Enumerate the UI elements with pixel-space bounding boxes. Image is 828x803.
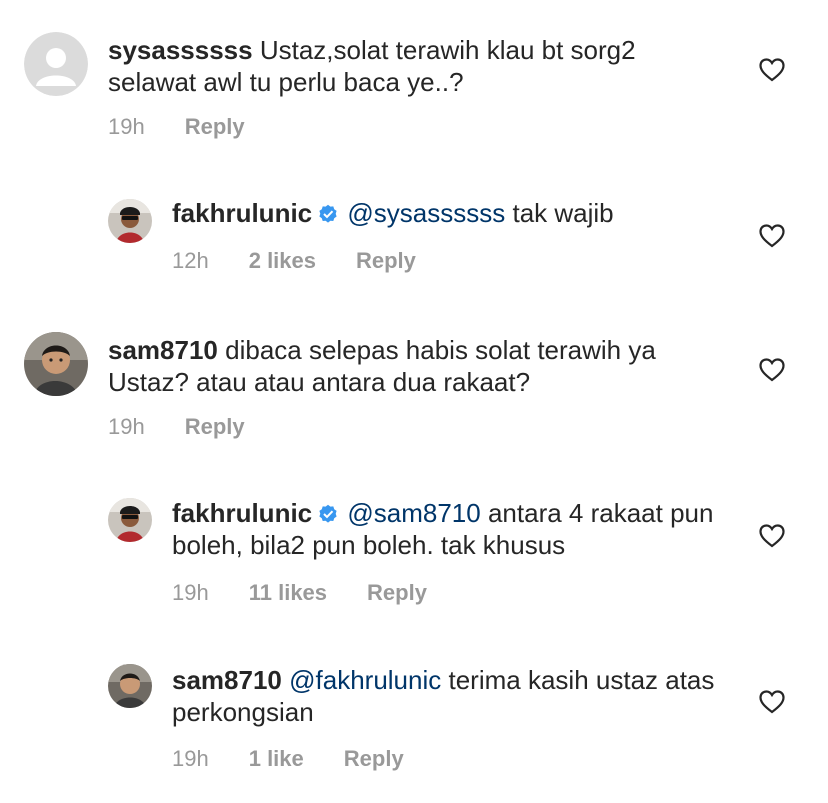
reply-button[interactable]: Reply (356, 248, 416, 273)
comment-time: 19h (108, 114, 145, 139)
comment-username[interactable]: sam8710 (172, 665, 282, 695)
comment-text: sam8710 @fakhrulunic terima kasih ustaz … (172, 664, 732, 728)
profile-photo-icon (108, 199, 152, 243)
profile-photo-icon (108, 664, 152, 708)
comment-text: fakhrulunic @sysassssss tak wajib (172, 197, 752, 229)
comment-text: fakhrulunic @sam8710 antara 4 rakaat pun… (172, 497, 732, 561)
avatar-fakhrulunic[interactable] (108, 199, 152, 243)
comment-mention[interactable]: @sysassssss (347, 198, 505, 228)
comment-time: 19h (172, 580, 209, 605)
likes-count[interactable]: 11 likes (249, 580, 327, 605)
comment-username[interactable]: sam8710 (108, 335, 218, 365)
reply-button[interactable]: Reply (185, 114, 245, 139)
comment-mention[interactable]: @fakhrulunic (289, 665, 441, 695)
verified-badge-icon (319, 504, 337, 523)
comment-body: tak wajib (512, 198, 614, 228)
avatar-sam8710[interactable] (108, 664, 152, 708)
avatar-default[interactable] (24, 32, 88, 96)
comment-mention[interactable]: @sam8710 (347, 498, 480, 528)
comment-meta: 19h Reply (108, 414, 285, 440)
comment-meta: 19h Reply (108, 114, 285, 140)
comment-text: sam8710 dibaca selepas habis solat teraw… (108, 334, 728, 398)
profile-photo-icon (24, 332, 88, 396)
reply-button[interactable]: Reply (185, 414, 245, 439)
heart-icon[interactable] (759, 58, 785, 82)
comment-time: 19h (108, 414, 145, 439)
profile-photo-icon (108, 498, 152, 542)
likes-count[interactable]: 1 like (249, 746, 304, 771)
heart-icon[interactable] (759, 524, 785, 548)
avatar-fakhrulunic[interactable] (108, 498, 152, 542)
reply-button[interactable]: Reply (367, 580, 427, 605)
comment-meta: 19h 11 likes Reply (172, 580, 467, 606)
reply-button[interactable]: Reply (344, 746, 404, 771)
comment-meta: 19h 1 like Reply (172, 746, 444, 772)
default-avatar-icon (24, 32, 88, 96)
comment-meta: 12h 2 likes Reply (172, 248, 456, 274)
comment-username[interactable]: fakhrulunic (172, 498, 312, 528)
comment-time: 19h (172, 746, 209, 771)
heart-icon[interactable] (759, 358, 785, 382)
heart-icon[interactable] (759, 690, 785, 714)
avatar-sam8710[interactable] (24, 332, 88, 396)
comment-username[interactable]: sysassssss (108, 35, 253, 65)
heart-icon[interactable] (759, 224, 785, 248)
comment-time: 12h (172, 248, 209, 273)
comment-text: sysassssss Ustaz,solat terawih klau bt s… (108, 34, 728, 98)
verified-badge-icon (319, 204, 337, 223)
likes-count[interactable]: 2 likes (249, 248, 316, 273)
comment-username[interactable]: fakhrulunic (172, 198, 312, 228)
